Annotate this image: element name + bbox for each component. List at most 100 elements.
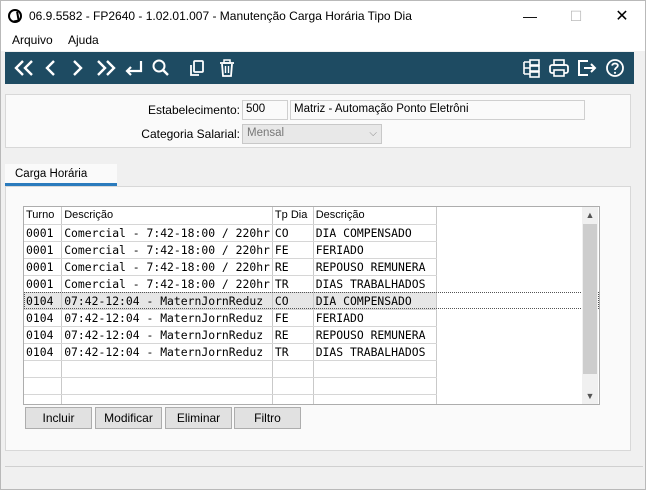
cell-turno: 0001 xyxy=(24,241,63,259)
first-record-button[interactable] xyxy=(11,56,37,80)
maximize-button[interactable]: ☐ xyxy=(553,1,599,31)
incluir-button[interactable]: Incluir xyxy=(25,407,92,429)
column-header-turno[interactable]: Turno xyxy=(24,207,63,225)
table-row[interactable]: 0104 07:42-12:04 - MaternJornReduz TR DI… xyxy=(24,343,599,361)
cell-filler xyxy=(437,275,599,292)
categoria-salarial-select[interactable]: Mensal ⌵ xyxy=(242,124,382,144)
previous-record-icon xyxy=(45,60,55,76)
grid-header-row: Turno Descrição Tp Dia Descrição xyxy=(24,207,599,225)
grid-table: Turno Descrição Tp Dia Descrição 0001 Co… xyxy=(24,207,599,404)
eliminar-button[interactable]: Eliminar xyxy=(165,407,232,429)
next-record-button[interactable] xyxy=(67,56,87,80)
close-button[interactable]: ✕ xyxy=(599,1,645,31)
next-record-icon xyxy=(73,60,83,76)
previous-record-button[interactable] xyxy=(41,56,61,80)
cell-filler xyxy=(437,224,599,241)
scroll-down-arrow-icon[interactable]: ▼ xyxy=(582,388,598,404)
cell-empty xyxy=(24,360,63,378)
cell-filler xyxy=(436,292,599,309)
cell-descricao-dia: FERIADO xyxy=(313,241,438,259)
menu-arquivo[interactable]: Arquivo xyxy=(12,33,53,47)
cell-tp-dia: RE xyxy=(272,258,314,276)
cell-descricao-dia: DIA COMPENSADO xyxy=(313,224,438,242)
menu-ajuda[interactable]: Ajuda xyxy=(68,33,99,47)
cell-descricao-turno: 07:42-12:04 - MaternJornReduz xyxy=(61,343,273,361)
cell-turno: 0001 xyxy=(24,275,63,293)
table-row[interactable]: 0001 Comercial - 7:42-18:00 / 220hr CO D… xyxy=(24,224,599,242)
cell-filler xyxy=(437,394,599,404)
cell-filler xyxy=(437,241,599,258)
table-row[interactable]: 0104 07:42-12:04 - MaternJornReduz RE RE… xyxy=(24,326,599,344)
table-row-selected[interactable]: 0104 07:42-12:04 - MaternJornReduz CO DI… xyxy=(24,292,599,310)
cell-filler xyxy=(437,377,599,394)
column-header-descricao-dia[interactable]: Descrição xyxy=(313,207,438,225)
tab-carga-horaria[interactable]: Carga Horária xyxy=(5,164,117,186)
cell-empty xyxy=(272,360,314,378)
cell-empty xyxy=(24,394,63,404)
column-header-tp-dia[interactable]: Tp Dia xyxy=(272,207,314,225)
cell-filler xyxy=(437,343,599,360)
cell-empty xyxy=(61,377,273,395)
tab-strip: Carga Horária xyxy=(5,164,631,186)
cell-tp-dia: FE xyxy=(272,241,314,259)
menu-bar: Arquivo Ajuda xyxy=(1,31,645,51)
main-window: 06.9.5582 - FP2640 - 1.02.01.007 - Manut… xyxy=(0,0,646,490)
last-record-icon xyxy=(97,60,116,76)
delete-button[interactable] xyxy=(215,56,239,80)
help-icon xyxy=(606,59,624,77)
cell-descricao-turno: 07:42-12:04 - MaternJornReduz xyxy=(61,292,273,310)
cell-descricao-dia: DIA COMPENSADO xyxy=(313,292,438,310)
table-row[interactable]: 0001 Comercial - 7:42-18:00 / 220hr TR D… xyxy=(24,275,599,293)
table-row-empty[interactable] xyxy=(24,360,599,378)
cell-tp-dia: TR xyxy=(272,275,314,293)
scroll-thumb[interactable] xyxy=(583,224,597,374)
delete-icon xyxy=(220,59,234,77)
cell-empty xyxy=(313,394,438,404)
cell-descricao-dia: REPOUSO REMUNERA xyxy=(313,258,438,276)
cell-descricao-dia: FERIADO xyxy=(313,309,438,327)
last-record-button[interactable] xyxy=(93,56,119,80)
cell-tp-dia: RE xyxy=(272,326,314,344)
table-row[interactable]: 0104 07:42-12:04 - MaternJornReduz FE FE… xyxy=(24,309,599,327)
filtro-button[interactable]: Filtro xyxy=(234,407,301,429)
help-button[interactable] xyxy=(603,56,627,80)
carga-horaria-grid[interactable]: Turno Descrição Tp Dia Descrição 0001 Co… xyxy=(23,206,600,405)
estabelecimento-code-input[interactable]: 500 xyxy=(242,100,288,120)
cell-turno: 0104 xyxy=(24,343,63,361)
copy-button[interactable] xyxy=(185,56,209,80)
table-row[interactable]: 0001 Comercial - 7:42-18:00 / 220hr FE F… xyxy=(24,241,599,259)
cell-descricao-turno: Comercial - 7:42-18:00 / 220hr xyxy=(61,258,273,276)
search-icon xyxy=(152,59,169,76)
cell-descricao-turno: Comercial - 7:42-18:00 / 220hr xyxy=(61,224,273,242)
scroll-up-arrow-icon[interactable]: ▲ xyxy=(582,207,598,223)
title-bar: 06.9.5582 - FP2640 - 1.02.01.007 - Manut… xyxy=(1,1,645,31)
categoria-salarial-label: Categoria Salarial: xyxy=(141,127,240,141)
cell-descricao-turno: 07:42-12:04 - MaternJornReduz xyxy=(61,309,273,327)
cell-turno: 0104 xyxy=(24,309,63,327)
window-title: 06.9.5582 - FP2640 - 1.02.01.007 - Manut… xyxy=(29,9,412,23)
table-row[interactable]: 0001 Comercial - 7:42-18:00 / 220hr RE R… xyxy=(24,258,599,276)
minimize-button[interactable]: — xyxy=(507,1,553,31)
table-row-empty[interactable] xyxy=(24,394,599,404)
table-row-empty[interactable] xyxy=(24,377,599,395)
exit-button[interactable] xyxy=(575,56,599,80)
search-button[interactable] xyxy=(149,56,173,80)
cell-filler xyxy=(437,258,599,275)
cell-descricao-dia: DIAS TRABALHADOS xyxy=(313,343,438,361)
enter-button[interactable] xyxy=(121,56,147,80)
categoria-salarial-value: Mensal xyxy=(247,127,285,139)
modificar-button[interactable]: Modificar xyxy=(95,407,162,429)
cell-tp-dia: CO xyxy=(272,292,314,310)
structure-button[interactable] xyxy=(519,56,543,80)
cell-descricao-turno: Comercial - 7:42-18:00 / 220hr xyxy=(61,275,273,293)
status-bar xyxy=(5,466,643,488)
cell-empty xyxy=(313,360,438,378)
cell-tp-dia: TR xyxy=(272,343,314,361)
grid-scrollbar[interactable]: ▲ ▼ xyxy=(582,207,598,404)
cell-empty xyxy=(61,360,273,378)
column-header-descricao-turno[interactable]: Descrição xyxy=(61,207,273,225)
cell-filler xyxy=(437,309,599,326)
column-header-filler xyxy=(437,207,599,224)
print-button[interactable] xyxy=(547,56,571,80)
chevron-down-icon: ⌵ xyxy=(369,128,377,139)
